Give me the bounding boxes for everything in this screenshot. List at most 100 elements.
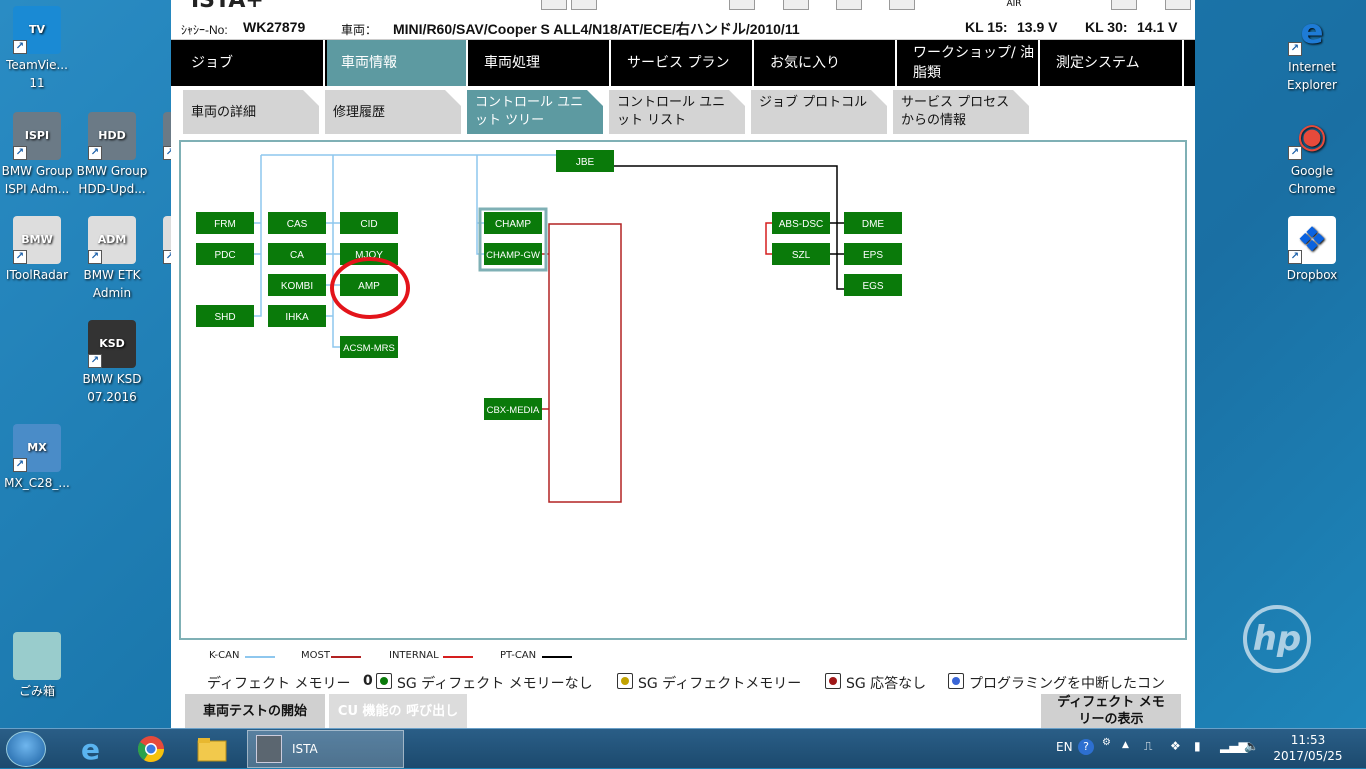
sub-tab-2[interactable]: コントロール ユニット ツリー — [467, 90, 603, 134]
shortcut-arrow-icon: ↗ — [13, 146, 27, 160]
chassis-no: WK27879 — [243, 19, 306, 35]
main-tab-6[interactable]: 測定システム — [1042, 40, 1184, 86]
clock[interactable]: 11:53 2017/05/25 — [1268, 732, 1348, 764]
defect-memory-label: ディフェクト メモリー — [207, 676, 351, 692]
status-dot-icon — [948, 673, 964, 689]
status-dot-icon — [825, 673, 841, 689]
desktop-icon-right-0[interactable]: e ↗ Internet Explorer — [1272, 8, 1352, 94]
kl15-value: 13.9 V — [1017, 19, 1058, 35]
desktop-icon-4[interactable]: BMW ↗ IToolRadar — [0, 216, 77, 284]
ecu-label: ACSM-MRS — [343, 343, 395, 354]
refresh-icon[interactable] — [729, 0, 755, 10]
tool-icon[interactable] — [783, 0, 809, 10]
show-defect-memory-button[interactable]: ディフェクト メモリーの表示 — [1041, 694, 1181, 728]
ecu-label: CBX-MEDIA — [487, 405, 540, 416]
bus-line — [332, 155, 340, 348]
minimize-icon[interactable] — [1111, 0, 1137, 10]
app-icon: HDD ↗ — [88, 112, 136, 160]
window-icon[interactable] — [889, 0, 915, 10]
status-legend-label: SG 応答なし — [846, 676, 927, 692]
battery-icon[interactable]: ▮ — [1194, 739, 1201, 753]
ecu-label: SHD — [214, 312, 235, 323]
vehicle-label: 車両： — [341, 23, 378, 37]
show-hidden-icons-icon[interactable]: ▲ — [1122, 740, 1129, 750]
desktop-icon-label: TeamVie... 11 — [6, 58, 68, 90]
defect-memory-row: ディフェクト メモリー 0 SG ディフェクト メモリーなし SG ディフェクトメモリ… — [171, 672, 1195, 692]
chassis-label: ｼｬｼｰ-No: — [181, 23, 228, 37]
app-icon: KSD ↗ — [88, 320, 136, 368]
status-dot-icon — [376, 673, 392, 689]
shortcut-arrow-icon: ↗ — [88, 354, 102, 368]
desktop-icon-2[interactable]: HDD ↗ BMW Group HDD-Upd... — [72, 112, 152, 198]
desktop-icon-5[interactable]: ADM ↗ BMW ETK Admin — [72, 216, 152, 302]
main-navigation: ジョブ 車両情報 車両処理 サービス プラン お気に入り ワークショップ/ 油脂類 測定シス… — [171, 40, 1195, 86]
main-tab-5[interactable]: ワークショップ/ 油脂類 — [899, 40, 1040, 86]
main-tab-2[interactable]: 車両処理 — [470, 40, 611, 86]
print-icon[interactable] — [571, 0, 597, 10]
start-button[interactable] — [6, 731, 46, 767]
desktop-icon-label: Google Chrome — [1288, 164, 1336, 196]
ecu-label: CA — [290, 250, 304, 261]
tray-settings-icon[interactable]: ⚙ — [1102, 737, 1111, 748]
legend-label-internal: INTERNAL — [389, 650, 439, 661]
sub-tab-0[interactable]: 車両の詳細 — [183, 90, 319, 134]
legend-swatch — [443, 656, 473, 658]
app-icon: e ↗ — [1288, 8, 1336, 56]
help-icon[interactable]: ? — [1078, 739, 1094, 755]
desktop-icon-7[interactable]: KSD ↗ BMW KSD 07.2016 — [72, 320, 152, 406]
shortcut-arrow-icon: ↗ — [13, 40, 27, 54]
sub-navigation: 車両の詳細 修理履歴 コントロール ユニット ツリー コントロール ユニット リストジ… — [171, 86, 1195, 138]
app-icon: ❖ ↗ — [1288, 216, 1336, 264]
desktop-icon-8[interactable]: MX ↗ MX_C28_... — [0, 424, 77, 492]
network-device-icon[interactable]: ⎍ — [1144, 739, 1152, 754]
shortcut-arrow-icon: ↗ — [88, 146, 102, 160]
ecu-label: EGS — [862, 281, 883, 292]
desktop-icon-label: BMW Group HDD-Upd... — [76, 164, 148, 196]
kl30-label: KL 30: — [1085, 19, 1128, 35]
start-vehicle-test-button[interactable]: 車両テストの開始 — [185, 694, 325, 728]
desktop-icon-1[interactable]: ISPI ↗ BMW Group ISPI Adm... — [0, 112, 77, 198]
vehicle-info-bar: ｼｬｼｰ-No: WK27879 車両： MINI/R60/SAV/Cooper… — [171, 14, 1195, 40]
file-explorer-taskbar-icon[interactable] — [186, 731, 238, 767]
sub-tab-3[interactable]: コントロール ユニット リスト — [609, 90, 745, 134]
dropbox-tray-icon[interactable]: ❖ — [1170, 739, 1181, 753]
ecu-label: FRM — [214, 219, 236, 230]
desktop-icon-0[interactable]: TV ↗ TeamVie... 11 — [0, 6, 77, 92]
status-dot-fill — [829, 677, 837, 685]
status-legend-label: プログラミングを中断したコン — [969, 676, 1165, 692]
language-indicator[interactable]: EN — [1056, 740, 1073, 754]
taskbar: e ISTA EN ? ⚙ ▲ ⎍ ❖ ▮ ▂▄▆ 🔈 — [0, 728, 1366, 768]
desktop-icon-9[interactable]: ごみ箱 — [0, 632, 77, 700]
monitor-icon[interactable] — [836, 0, 862, 10]
close-icon[interactable] — [1165, 0, 1191, 10]
app-icon: ◉ ↗ — [1288, 112, 1336, 160]
shortcut-arrow-icon: ↗ — [88, 250, 102, 264]
main-tab-4[interactable]: お気に入り — [756, 40, 897, 86]
legend-label-most: MOST — [301, 650, 330, 661]
internet-explorer-taskbar-icon[interactable]: e — [64, 731, 116, 767]
app-icon: BMW ↗ — [13, 216, 61, 264]
cu-function-button[interactable]: CU 機能の 呼び出し — [329, 694, 467, 728]
main-tab-3[interactable]: サービス プラン — [613, 40, 754, 86]
shortcut-arrow-icon: ↗ — [1288, 250, 1302, 264]
desktop-icon-right-2[interactable]: ❖ ↗ Dropbox — [1272, 216, 1352, 284]
desktop-icon-label: IToolRadar — [5, 268, 69, 282]
volume-icon[interactable]: 🔈 — [1244, 739, 1259, 753]
desktop-icon-label: BMW Group ISPI Adm... — [1, 164, 73, 196]
ista-icon — [256, 735, 282, 763]
main-tab-0[interactable]: ジョブ — [177, 40, 325, 86]
svg-text:e: e — [81, 734, 100, 764]
status-legend-label: SG ディフェクトメモリー — [638, 676, 802, 692]
back-icon[interactable] — [541, 0, 567, 10]
sub-tab-4[interactable]: ジョブ プロトコル — [751, 90, 887, 134]
chrome-taskbar-icon[interactable] — [125, 731, 177, 767]
status-dot-icon — [617, 673, 633, 689]
main-tab-1[interactable]: 車両情報 — [327, 40, 468, 86]
ista-taskbar-button[interactable]: ISTA — [247, 730, 404, 768]
desktop-icon-right-1[interactable]: ◉ ↗ Google Chrome — [1272, 112, 1352, 198]
sub-tab-5[interactable]: サービス プロセス からの情報 — [893, 90, 1029, 134]
defect-memory-count: 0 — [363, 673, 373, 689]
shortcut-arrow-icon: ↗ — [1288, 42, 1302, 56]
legend-swatch — [331, 656, 361, 658]
sub-tab-1[interactable]: 修理履歴 — [325, 90, 461, 134]
